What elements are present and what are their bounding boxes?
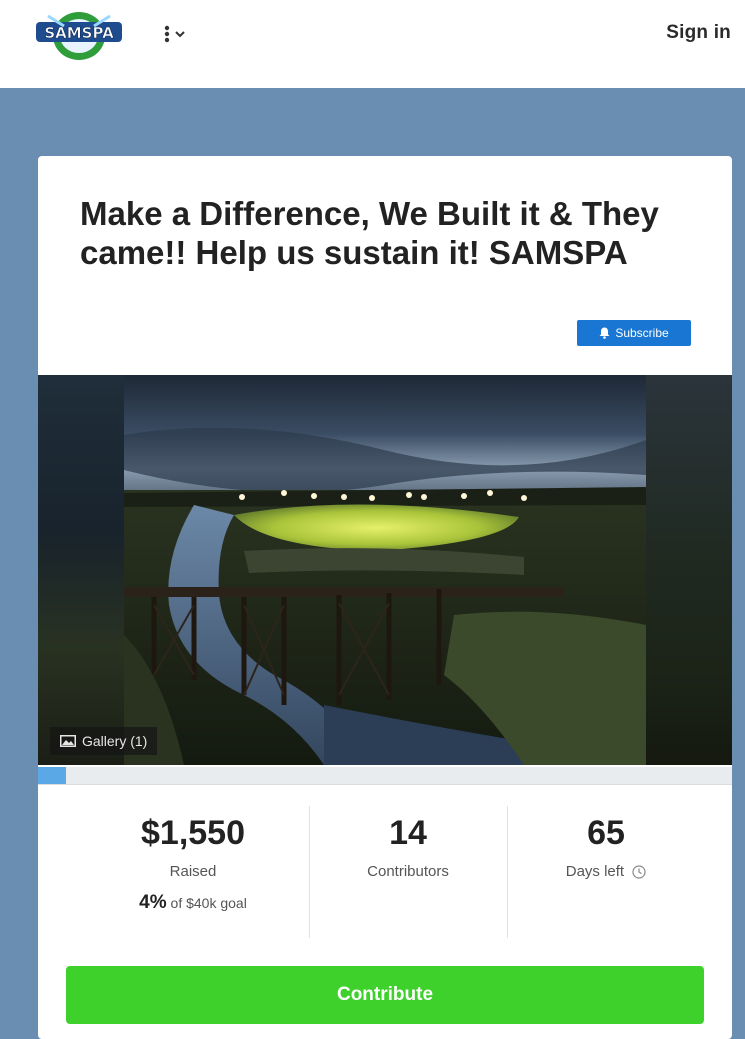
raised-stat: $1,550 Raised 4% of $40k goal bbox=[78, 786, 308, 936]
contributors-value: 14 bbox=[389, 814, 427, 852]
goal-progress-text: 4% of $40k goal bbox=[78, 892, 308, 914]
funding-progress-bar bbox=[38, 767, 732, 785]
campaign-stats: $1,550 Raised 4% of $40k goal 14 Contrib… bbox=[38, 786, 732, 946]
caret-down-icon bbox=[175, 31, 185, 38]
contribute-button[interactable]: Contribute bbox=[66, 966, 704, 1024]
gallery-label: Gallery (1) bbox=[82, 733, 148, 749]
campaign-title: Make a Difference, We Built it & They ca… bbox=[80, 195, 659, 271]
campaign-card: Make a Difference, We Built it & They ca… bbox=[38, 156, 732, 1039]
days-left-value: 65 bbox=[587, 814, 625, 852]
days-left-label-row: Days left bbox=[508, 863, 704, 880]
funding-progress-fill bbox=[38, 767, 66, 784]
clock-icon[interactable] bbox=[632, 865, 646, 879]
samspa-logo[interactable]: SAMSPA bbox=[34, 6, 124, 62]
goal-percent: 4% bbox=[139, 892, 167, 913]
days-left-label: Days left bbox=[565, 863, 625, 880]
sign-in-link[interactable]: Sign in bbox=[666, 22, 731, 46]
gallery-button[interactable]: Gallery (1) bbox=[50, 727, 158, 755]
logo-wordmark: SAMSPA bbox=[44, 24, 114, 42]
more-menu-button[interactable] bbox=[163, 22, 199, 46]
subscribe-button[interactable]: Subscribe bbox=[577, 320, 691, 346]
subscribe-label: Subscribe bbox=[615, 326, 669, 340]
raised-value: $1,550 bbox=[141, 814, 245, 852]
top-bar: SAMSPA Sign in bbox=[0, 0, 745, 88]
campaign-media[interactable]: Gallery (1) bbox=[38, 375, 732, 765]
campaign-photo bbox=[124, 375, 646, 765]
bell-icon bbox=[599, 327, 610, 339]
goal-text: of $40k goal bbox=[170, 895, 247, 911]
contributors-stat: 14 Contributors bbox=[310, 786, 506, 936]
days-left-stat: 65 Days left bbox=[508, 786, 704, 936]
raised-label: Raised bbox=[169, 863, 217, 880]
gallery-prev-preview[interactable] bbox=[38, 375, 124, 765]
gallery-next-preview[interactable] bbox=[646, 375, 732, 765]
image-icon bbox=[60, 735, 76, 747]
more-vertical-icon bbox=[164, 25, 170, 43]
contributors-label: Contributors bbox=[367, 863, 449, 880]
